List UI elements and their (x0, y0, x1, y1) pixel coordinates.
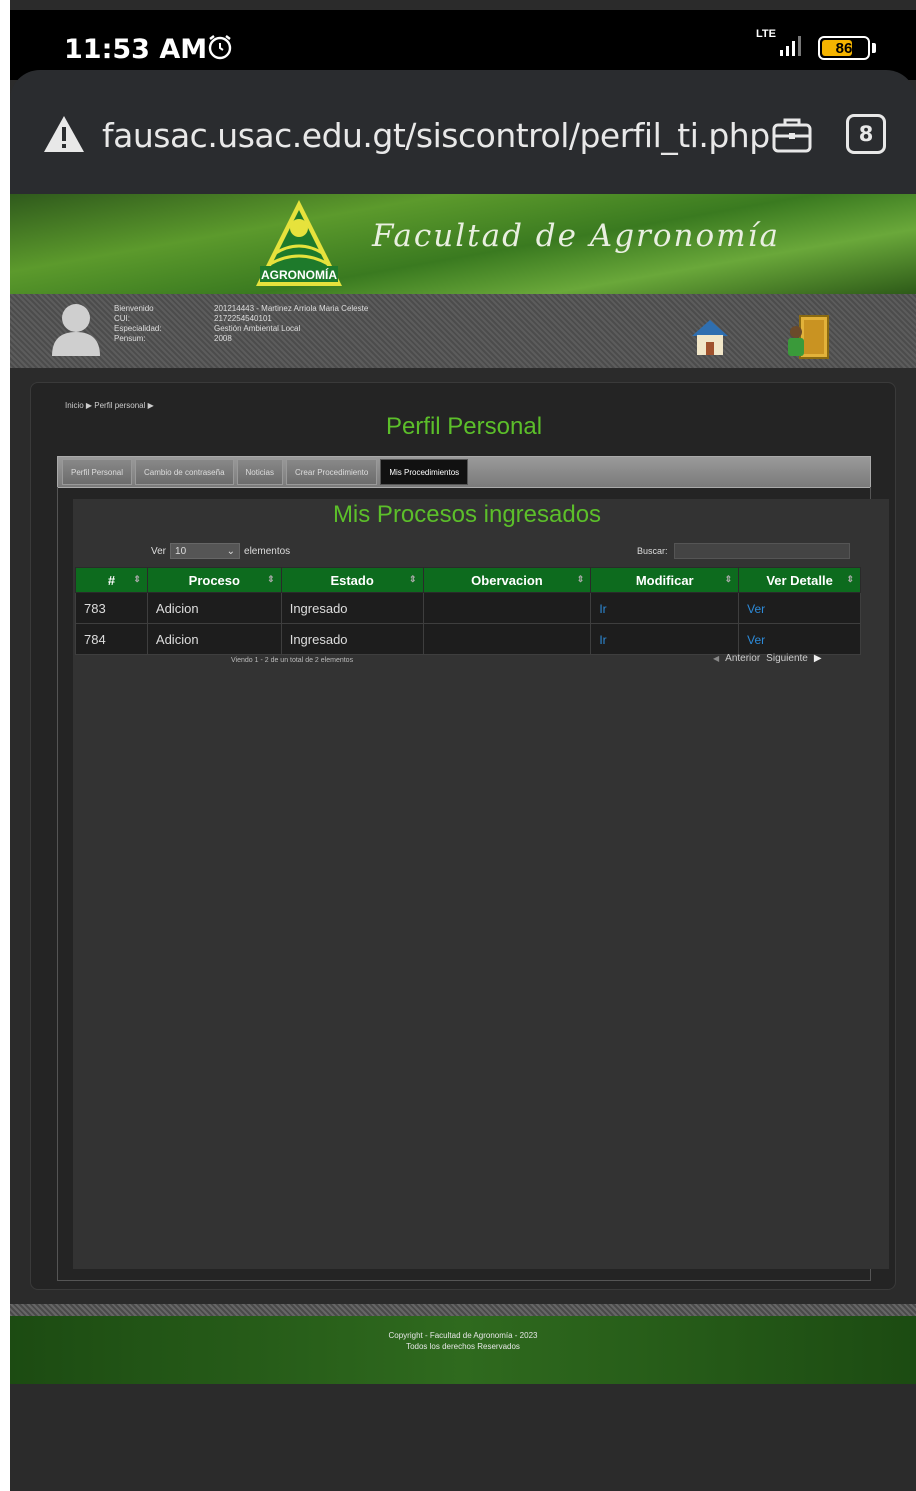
show-suffix: elementos (244, 545, 291, 557)
signal-icon (780, 36, 801, 56)
user-label: Especialidad: (114, 324, 162, 333)
briefcase-icon[interactable] (770, 115, 814, 155)
column-header-ver-detalle[interactable]: Ver Detalle ⇕ (738, 567, 861, 593)
home-icon[interactable] (690, 318, 730, 356)
column-header-id[interactable]: # ⇕ (75, 567, 148, 593)
table-info: Viendo 1 - 2 de un total de 2 elementos (231, 657, 354, 664)
page-length-value: 10 (175, 545, 187, 557)
header-banner: AGRONOMÍA Facultad de Agronomía (10, 194, 916, 294)
user-value: Gestión Ambiental Local (214, 324, 301, 333)
page-title: Perfil Personal (385, 413, 543, 440)
table-header-row: # ⇕ Proceso ⇕ Estado ⇕ Obervacion ⇕ Modifica… (75, 567, 861, 593)
prev-button[interactable]: Anterior (725, 653, 760, 664)
cell-estado: Ingresado (280, 592, 424, 624)
cell-id: 784 (75, 623, 148, 655)
cell-proceso: Adicion (146, 592, 282, 624)
faculty-logo[interactable]: AGRONOMÍA (248, 194, 350, 290)
alarm-icon (208, 35, 232, 60)
user-value: 2172254540101 (214, 314, 272, 323)
breadcrumb[interactable]: Inicio ▶ Perfil personal ▶ (65, 401, 154, 410)
sort-icon: ⇕ (133, 574, 141, 584)
footer-rights: Todos los derechos Reservados (406, 1342, 520, 1351)
page-length-select[interactable]: 10 ⌄ (170, 543, 241, 559)
next-button[interactable]: Siguiente (766, 653, 808, 664)
cell-id: 783 (75, 592, 148, 624)
logout-icon[interactable] (782, 312, 832, 362)
cell-modificar: Ir (590, 623, 740, 655)
battery-icon: 86 (818, 36, 870, 60)
modify-link[interactable]: Ir (599, 633, 606, 647)
bottom-area (10, 1384, 916, 1491)
tab-cambio-contrasena[interactable]: Cambio de contraseña (135, 459, 234, 485)
cell-estado: Ingresado (280, 623, 424, 655)
search-label: Buscar: (637, 546, 668, 556)
sort-icon: ⇕ (409, 574, 417, 584)
chevron-down-icon: ⌄ (226, 545, 236, 557)
prev-arrow-icon[interactable]: ◀ (713, 654, 719, 663)
search-input[interactable] (673, 543, 850, 559)
detail-link[interactable]: Ver (747, 602, 765, 616)
procedures-table: # ⇕ Proceso ⇕ Estado ⇕ Obervacion ⇕ Modifica… (75, 567, 861, 655)
user-value: 2008 (214, 334, 232, 343)
next-arrow-icon[interactable]: ▶ (814, 653, 822, 664)
cell-ver-detalle: Ver (738, 623, 861, 655)
main-card: Inicio ▶ Perfil personal ▶ Perfil Person… (30, 382, 896, 1290)
tab-crear-procedimiento[interactable]: Crear Procedimiento (285, 459, 378, 485)
cell-modificar: Ir (590, 592, 740, 624)
footer-copyright: Copyright - Facultad de Agronomía - 2023 (388, 1331, 538, 1340)
banner-title: Facultad de Agronomía (372, 218, 780, 254)
browser-url-bar[interactable]: fausac.usac.edu.gt/siscontrol/perfil_ti.… (10, 70, 916, 194)
column-header-observacion[interactable]: Obervacion ⇕ (422, 567, 592, 593)
column-header-estado[interactable]: Estado ⇕ (280, 567, 424, 593)
sort-icon: ⇕ (846, 574, 854, 584)
sort-icon: ⇕ (576, 574, 585, 584)
modify-link[interactable]: Ir (599, 602, 606, 616)
panel-title: Mis Procesos ingresados (332, 501, 602, 528)
column-header-modificar[interactable]: Modificar ⇕ (590, 567, 740, 593)
screen-edge (0, 0, 10, 1491)
tab-perfil-personal[interactable]: Perfil Personal (62, 459, 133, 485)
profile-tabs: Perfil Personal Cambio de contraseña Not… (57, 456, 871, 488)
user-label: Bienvenido (114, 304, 154, 313)
user-value: 201214443 - Martinez Arriola Maria Celes… (214, 304, 369, 313)
tab-noticias[interactable]: Noticias (236, 459, 283, 485)
user-label: Pensum: (114, 334, 146, 343)
footer-strip (10, 1304, 916, 1316)
search-control: Buscar: (637, 543, 850, 559)
cell-observacion (422, 623, 592, 655)
sort-icon: ⇕ (724, 574, 733, 584)
detail-link[interactable]: Ver (747, 633, 765, 647)
url-text[interactable]: fausac.usac.edu.gt/siscontrol/perfil_ti.… (102, 116, 770, 155)
page-length-control: Ver 10 ⌄ elementos (151, 543, 290, 559)
user-label: CUI: (114, 314, 130, 323)
footer: Copyright - Facultad de Agronomía - 2023… (10, 1316, 916, 1384)
avatar (52, 304, 100, 356)
sort-icon: ⇕ (267, 574, 275, 584)
warning-icon[interactable] (42, 114, 86, 154)
battery-tip (872, 43, 876, 53)
cell-observacion (422, 592, 592, 624)
tabs-count-button[interactable]: 8 (846, 114, 886, 154)
pagination: ◀ Anterior Siguiente ▶ (713, 653, 822, 664)
column-header-proceso[interactable]: Proceso ⇕ (146, 567, 282, 593)
cell-proceso: Adicion (146, 623, 282, 655)
logo-text: AGRONOMÍA (261, 267, 337, 282)
status-time: 11:53 AM (64, 34, 208, 65)
show-prefix: Ver (151, 545, 167, 557)
user-info-strip: Bienvenido 201214443 - Martinez Arriola M… (10, 294, 916, 368)
tab-mis-procedimientos[interactable]: Mis Procedimientos (380, 459, 469, 485)
cell-ver-detalle: Ver (738, 592, 861, 624)
battery-level: 86 (835, 39, 853, 57)
table-row: 784 Adicion Ingresado Ir Ver (75, 623, 861, 655)
table-row: 783 Adicion Ingresado Ir Ver (75, 592, 861, 624)
user-info: Bienvenido 201214443 - Martinez Arriola M… (114, 304, 368, 344)
procedures-panel: Mis Procesos ingresados Ver 10 ⌄ element… (73, 499, 889, 1269)
